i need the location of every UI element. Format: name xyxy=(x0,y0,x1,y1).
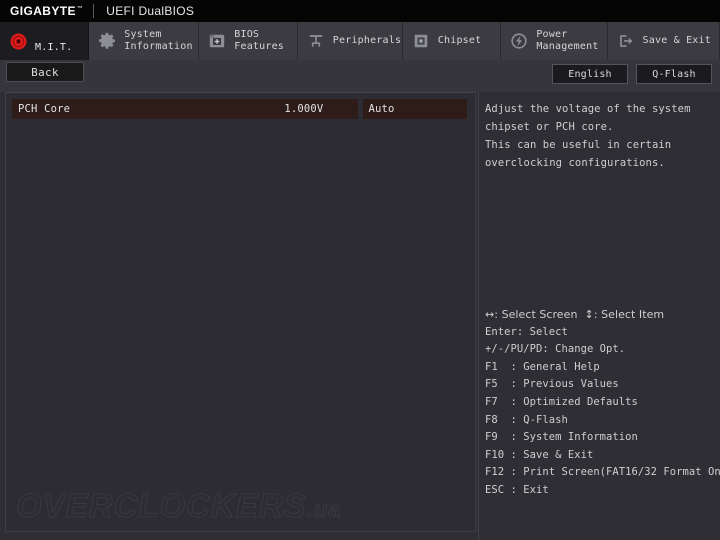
back-button[interactable]: Back xyxy=(6,62,84,82)
description-line: Adjust the voltage of the system xyxy=(485,103,691,115)
bios-chip-plus-icon xyxy=(207,31,227,51)
setting-label-pch-core: PCH Core xyxy=(18,103,71,115)
tab-label-peripherals: Peripherals xyxy=(332,35,402,46)
brand-divider xyxy=(93,4,95,18)
tab-peripherals[interactable]: Peripherals xyxy=(297,22,403,60)
description-block: Adjust the voltage of the system chipset… xyxy=(485,100,716,172)
help-line: F7 : Optimized Defaults xyxy=(485,395,638,408)
help-line: ESC : Exit xyxy=(485,483,549,496)
setting-row-pch-core[interactable]: PCH Core 1.000V Auto xyxy=(12,99,467,119)
uefi-bios-screen: GIGABYTE™ UEFI DualBIOS M.I.T. System In… xyxy=(0,0,720,540)
help-line: F9 : System Information xyxy=(485,431,638,444)
chipset-square-icon xyxy=(411,31,431,51)
help-line: F1 : General Help xyxy=(485,360,600,373)
exit-arrow-icon xyxy=(616,31,636,51)
info-panel: Adjust the voltage of the system chipset… xyxy=(478,92,720,540)
description-line: chipset or PCH core. xyxy=(485,121,614,133)
watermark-suffix: .ua xyxy=(306,497,342,523)
peripherals-plug-icon xyxy=(306,31,326,51)
setting-current-value: 1.000V xyxy=(284,103,324,115)
tab-label-power-management: Power Management xyxy=(536,29,599,52)
help-line: F8 : Q-Flash xyxy=(485,413,568,426)
target-icon xyxy=(8,31,28,51)
key-help-block: ↔: Select Screen ↕: Select Item Enter: S… xyxy=(485,306,720,500)
tab-label-mit: M.I.T. xyxy=(35,42,73,53)
tab-label-chipset: Chipset xyxy=(437,35,482,46)
qflash-button[interactable]: Q-Flash xyxy=(636,64,712,84)
tab-save-and-exit[interactable]: Save & Exit xyxy=(607,22,720,60)
tab-chipset[interactable]: Chipset xyxy=(402,22,502,60)
setting-name-field[interactable]: PCH Core 1.000V xyxy=(12,99,359,119)
help-line: F12 : Print Screen(FAT16/32 Format Only) xyxy=(485,466,720,479)
main-tab-bar: M.I.T. System Information BIOS Features … xyxy=(0,22,720,60)
tab-bios-features[interactable]: BIOS Features xyxy=(199,22,298,60)
help-line: ↔: Select Screen ↕: Select Item xyxy=(485,308,665,321)
settings-panel: PCH Core 1.000V Auto OVERCLOCKERS.ua xyxy=(5,92,476,532)
language-button[interactable]: English xyxy=(552,64,628,84)
tab-system-information[interactable]: System Information xyxy=(89,22,200,60)
power-bolt-icon xyxy=(509,31,529,51)
brand-bar: GIGABYTE™ UEFI DualBIOS xyxy=(0,0,720,22)
description-line: overclocking configurations. xyxy=(485,157,665,169)
setting-value-pch-core: Auto xyxy=(368,103,395,115)
help-line: F5 : Previous Values xyxy=(485,378,619,391)
tab-power-management[interactable]: Power Management xyxy=(501,22,608,60)
tab-mit[interactable]: M.I.T. xyxy=(0,22,90,60)
help-line: F10 : Save & Exit xyxy=(485,448,594,461)
description-line: This can be useful in certain xyxy=(485,139,672,151)
watermark-main: OVERCLOCKERS xyxy=(16,487,307,525)
help-line: Enter: Select xyxy=(485,325,568,338)
brand-subtitle: UEFI DualBIOS xyxy=(106,4,195,18)
tab-label-bios-features: BIOS Features xyxy=(234,29,285,52)
main-body: PCH Core 1.000V Auto OVERCLOCKERS.ua Adj… xyxy=(0,92,720,540)
help-line: +/-/PU/PD: Change Opt. xyxy=(485,343,626,356)
subbar-right-buttons: English Q-Flash xyxy=(552,64,712,84)
tab-label-save-and-exit: Save & Exit xyxy=(642,35,711,46)
setting-value-field[interactable]: Auto xyxy=(363,99,467,119)
site-watermark: OVERCLOCKERS.ua xyxy=(16,487,342,525)
gigabyte-logo-text: GIGABYTE xyxy=(10,4,76,18)
gigabyte-logo: GIGABYTE™ xyxy=(0,4,83,18)
tab-label-system-information: System Information xyxy=(124,29,193,52)
secondary-bar: Back English Q-Flash xyxy=(0,60,720,92)
gear-icon xyxy=(97,31,117,51)
trademark-symbol: ™ xyxy=(76,6,84,12)
